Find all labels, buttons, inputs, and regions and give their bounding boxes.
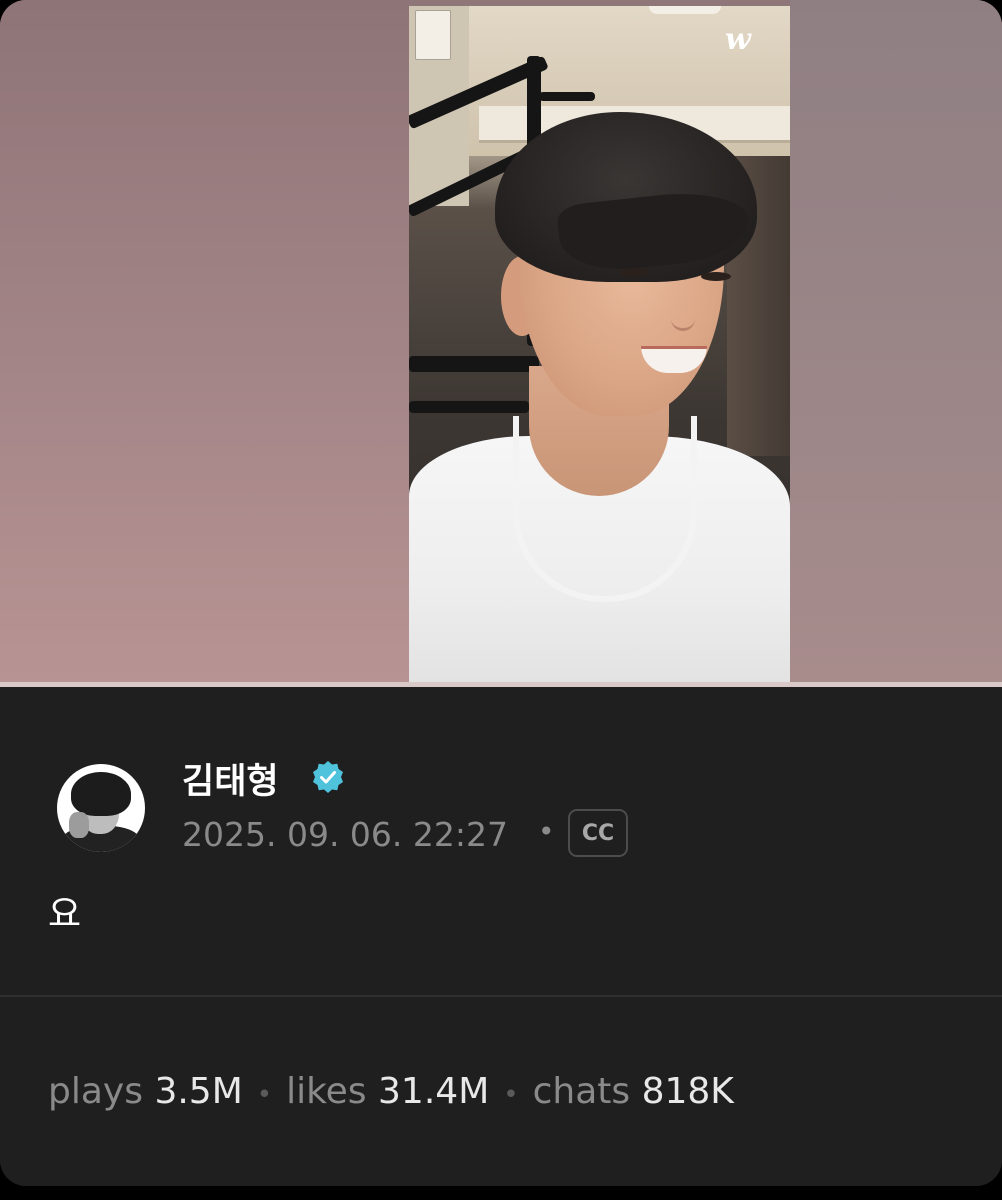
chats-count: 818K — [641, 1071, 734, 1112]
eye — [619, 268, 649, 277]
nose — [671, 298, 695, 331]
post-body: 요 — [48, 894, 82, 935]
stats-separator: • — [256, 1080, 273, 1110]
weverse-logo-icon: w — [725, 22, 751, 57]
plays-label: plays — [48, 1071, 143, 1112]
ceiling-lamp — [649, 6, 721, 14]
likes-label: likes — [286, 1071, 367, 1112]
pullup-bar — [409, 401, 529, 413]
stats-row: plays 3.5M • likes 31.4M • chats 818K — [48, 1071, 734, 1112]
avatar-hand — [69, 812, 89, 838]
cc-button[interactable]: CC — [568, 809, 628, 857]
author-name[interactable]: 김태형 — [182, 753, 279, 804]
video-player[interactable]: w — [0, 0, 1002, 682]
chats-label: chats — [532, 1071, 631, 1112]
wall-switch — [415, 10, 451, 60]
app-screen: w 김태형 2025. 09. 06. 22:27 • CC 요 plays 3… — [0, 0, 1002, 1186]
pullup-bar — [409, 356, 539, 372]
avatar[interactable] — [57, 764, 145, 852]
avatar-hair — [71, 772, 131, 816]
video-blur-left — [0, 0, 409, 682]
divider — [0, 995, 1002, 997]
verified-badge-icon — [313, 761, 343, 793]
shirt-collar — [513, 416, 697, 602]
pullup-bar — [539, 92, 595, 101]
post-info: 김태형 2025. 09. 06. 22:27 • CC 요 plays 3.5… — [0, 687, 1002, 1186]
video-blur-right — [790, 0, 1002, 682]
plays-count: 3.5M — [154, 1071, 243, 1112]
video-frame[interactable]: w — [409, 6, 790, 682]
stats-separator: • — [503, 1080, 519, 1110]
timestamp-separator: • — [538, 815, 555, 848]
likes-count: 31.4M — [378, 1071, 490, 1112]
eye — [701, 272, 731, 281]
post-timestamp: 2025. 09. 06. 22:27 — [182, 815, 509, 854]
